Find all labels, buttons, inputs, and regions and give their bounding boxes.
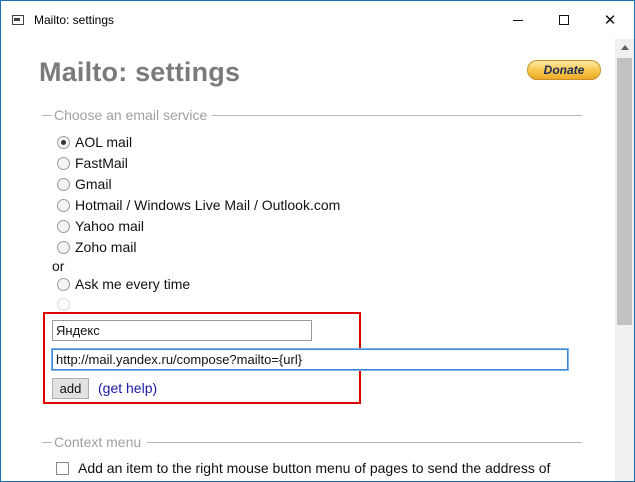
radio-ask-every-time[interactable] bbox=[57, 277, 70, 291]
context-menu-legend: Context menu bbox=[42, 434, 141, 450]
get-help-link[interactable]: get help bbox=[103, 380, 153, 396]
add-button[interactable]: add bbox=[52, 378, 89, 399]
scroll-thumb[interactable] bbox=[617, 58, 632, 325]
radio-gmail[interactable] bbox=[57, 177, 70, 191]
service-option-hotmail[interactable]: Hotmail / Windows Live Mail / Outlook.co… bbox=[57, 196, 340, 214]
scroll-up-icon bbox=[620, 45, 629, 50]
fieldset-divider bbox=[147, 442, 582, 443]
maximize-icon bbox=[559, 15, 569, 25]
vertical-scrollbar[interactable] bbox=[615, 39, 634, 481]
service-option-label: FastMail bbox=[75, 155, 128, 171]
custom-service-name-input[interactable] bbox=[52, 320, 312, 341]
maximize-button[interactable] bbox=[541, 1, 587, 39]
context-menu-legend-text: Context menu bbox=[54, 434, 142, 450]
radio-custom-service[interactable] bbox=[57, 297, 70, 311]
page-title: Mailto: settings bbox=[39, 57, 241, 87]
service-option-label: AOL mail bbox=[75, 134, 133, 150]
radio-yahoo[interactable] bbox=[57, 219, 70, 233]
window-title: Mailto: settings bbox=[34, 13, 115, 27]
service-option-aol[interactable]: AOL mail bbox=[57, 133, 132, 151]
settings-content: Mailto: settings Donate Choose an email … bbox=[1, 39, 615, 481]
radio-zoho[interactable] bbox=[57, 240, 70, 254]
service-option-label: Yahoo mail bbox=[75, 218, 145, 234]
legend-dash bbox=[42, 441, 52, 443]
email-service-legend-text: Choose an email service bbox=[54, 107, 208, 123]
custom-service-option[interactable] bbox=[57, 295, 70, 313]
app-window: Mailto: settings ✕ Mailto: settings Dona… bbox=[0, 0, 635, 482]
context-menu-checkbox-label: Add an item to the right mouse button me… bbox=[78, 460, 551, 476]
ask-every-time-label: Ask me every time bbox=[75, 276, 191, 292]
service-option-label: Hotmail / Windows Live Mail / Outlook.co… bbox=[75, 197, 341, 213]
context-menu-checkbox[interactable] bbox=[56, 462, 69, 475]
service-option-zoho[interactable]: Zoho mail bbox=[57, 238, 136, 256]
get-help: (get help) bbox=[98, 380, 157, 396]
email-service-legend: Choose an email service bbox=[42, 107, 207, 123]
service-option-fastmail[interactable]: FastMail bbox=[57, 154, 128, 172]
minimize-icon bbox=[513, 19, 523, 21]
or-label: or bbox=[52, 258, 65, 274]
help-paren-close: ) bbox=[152, 380, 158, 396]
donate-button[interactable]: Donate bbox=[527, 60, 601, 80]
service-option-gmail[interactable]: Gmail bbox=[57, 175, 112, 193]
fieldset-divider bbox=[212, 115, 582, 116]
radio-hotmail[interactable] bbox=[57, 198, 70, 212]
service-option-label: Gmail bbox=[75, 176, 112, 192]
custom-service-url-input[interactable] bbox=[52, 349, 568, 370]
scroll-up-button[interactable] bbox=[615, 39, 634, 56]
window-app-icon bbox=[12, 15, 24, 25]
radio-aol[interactable] bbox=[57, 135, 70, 149]
service-option-label: Zoho mail bbox=[75, 239, 137, 255]
minimize-button[interactable] bbox=[495, 1, 541, 39]
title-bar: Mailto: settings ✕ bbox=[1, 1, 634, 39]
radio-fastmail[interactable] bbox=[57, 156, 70, 170]
close-icon: ✕ bbox=[603, 10, 617, 29]
ask-every-time-option[interactable]: Ask me every time bbox=[57, 275, 190, 293]
close-button[interactable]: ✕ bbox=[587, 1, 633, 39]
service-option-yahoo[interactable]: Yahoo mail bbox=[57, 217, 144, 235]
legend-dash bbox=[42, 114, 52, 116]
